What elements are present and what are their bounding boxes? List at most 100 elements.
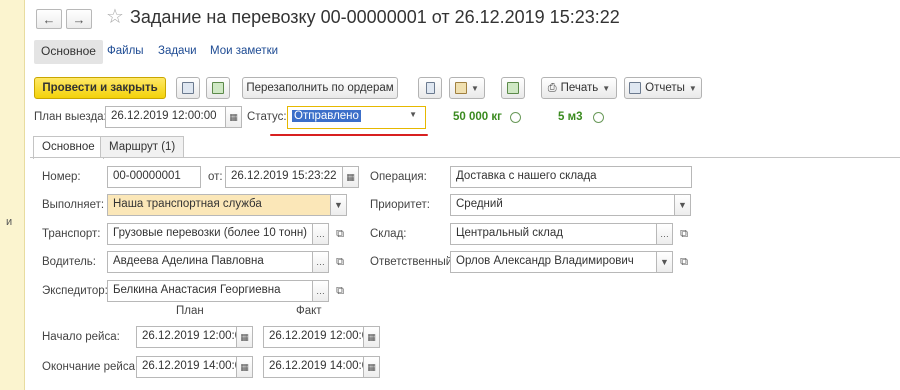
- topnav-notes[interactable]: Мои заметки: [210, 45, 278, 57]
- floppy-icon: [182, 82, 194, 94]
- calendar-icon: ▦: [367, 331, 376, 342]
- weight-total: 50 000 кг: [453, 111, 502, 123]
- related-docs-button[interactable]: [501, 77, 525, 99]
- open-link-icon: ⧉: [336, 255, 344, 268]
- star-icon[interactable]: ☆: [106, 6, 124, 28]
- driver-open-button[interactable]: ⧉: [331, 251, 349, 273]
- ellipsis-icon: …: [316, 229, 325, 239]
- topnav-main[interactable]: Основное: [34, 40, 103, 64]
- open-link-icon: ⧉: [336, 227, 344, 240]
- number-field[interactable]: 00-00000001: [107, 166, 201, 188]
- forwarder-label: Экспедитор:: [42, 285, 108, 297]
- driver-label: Водитель:: [42, 256, 96, 268]
- calendar-button[interactable]: ▦: [225, 106, 242, 128]
- print-button[interactable]: ⎙ Печать ▼: [541, 77, 617, 99]
- trip-start-plan-field[interactable]: 26.12.2019 12:00:00: [136, 326, 237, 348]
- list-button[interactable]: [418, 77, 442, 99]
- status-label: Статус:: [247, 111, 287, 123]
- warehouse-select-button[interactable]: …: [656, 223, 673, 245]
- plan-departure-field[interactable]: 26.12.2019 12:00:00: [105, 106, 226, 128]
- driver-select-button[interactable]: …: [312, 251, 329, 273]
- calendar-icon: ▦: [229, 111, 238, 122]
- warehouse-label: Склад:: [370, 228, 407, 240]
- responsible-field[interactable]: Орлов Александр Владимирович: [450, 251, 657, 273]
- ellipsis-icon: …: [316, 286, 325, 296]
- calendar-button[interactable]: ▦: [363, 356, 380, 378]
- status-value: Отправлено: [292, 110, 361, 122]
- status-select[interactable]: Отправлено ▼: [287, 106, 426, 129]
- calendar-button[interactable]: ▦: [342, 166, 359, 188]
- plan-column-header: План: [176, 305, 204, 317]
- forwarder-select-button[interactable]: …: [312, 280, 329, 302]
- forward-button[interactable]: →: [66, 9, 92, 29]
- volume-indicator-icon: [593, 112, 604, 123]
- priority-dropdown-button[interactable]: ▼: [674, 194, 691, 216]
- weight-indicator-icon: [510, 112, 521, 123]
- tab-main[interactable]: Основное: [33, 136, 104, 159]
- refill-by-orders-button[interactable]: Перезаполнить по ордерам: [242, 77, 398, 99]
- responsible-dropdown-button[interactable]: ▼: [656, 251, 673, 273]
- reports-label: Отчеты: [645, 82, 685, 94]
- chevron-down-icon: ▼: [334, 200, 343, 210]
- from-date-field[interactable]: 26.12.2019 15:23:22: [225, 166, 343, 188]
- chevron-down-icon: ▼: [471, 83, 479, 93]
- forwarder-open-button[interactable]: ⧉: [331, 280, 349, 302]
- trip-end-fact-field[interactable]: 26.12.2019 14:00:00: [263, 356, 364, 378]
- operation-field[interactable]: Доставка с нашего склада: [450, 166, 692, 188]
- driver-field[interactable]: Авдеева Аделина Павловна: [107, 251, 313, 273]
- arrow-right-icon: →: [72, 11, 86, 27]
- post-document-icon: [212, 82, 224, 94]
- fact-column-header: Факт: [296, 305, 322, 317]
- back-button[interactable]: ←: [36, 9, 62, 29]
- chevron-down-icon: ▼: [678, 200, 687, 210]
- calendar-button[interactable]: ▦: [236, 326, 253, 348]
- chevron-down-icon: ▼: [660, 257, 669, 267]
- chevron-down-icon: ▼: [688, 83, 697, 93]
- ellipsis-icon: …: [660, 229, 669, 239]
- calendar-icon: ▦: [240, 361, 249, 372]
- trip-start-label: Начало рейса:: [42, 331, 120, 343]
- responsible-label: Ответственный:: [370, 256, 456, 268]
- transport-open-button[interactable]: ⧉: [331, 223, 349, 245]
- reports-button[interactable]: Отчеты ▼: [624, 77, 702, 99]
- warehouse-field[interactable]: Центральный склад: [450, 223, 657, 245]
- chevron-down-icon: ▼: [602, 83, 611, 93]
- calendar-button[interactable]: ▦: [236, 356, 253, 378]
- trip-end-label: Окончание рейса:: [42, 361, 139, 373]
- open-link-icon: ⧉: [336, 284, 344, 297]
- calendar-icon: ▦: [367, 361, 376, 372]
- topnav-files[interactable]: Файлы: [107, 45, 144, 57]
- tab-route[interactable]: Маршрут (1): [100, 136, 185, 158]
- post-button[interactable]: [206, 77, 230, 99]
- executor-dropdown-button[interactable]: ▼: [330, 194, 347, 216]
- save-button[interactable]: [176, 77, 200, 99]
- open-link-icon: ⧉: [680, 227, 688, 240]
- calendar-button[interactable]: ▦: [363, 326, 380, 348]
- executor-field[interactable]: Наша транспортная служба: [107, 194, 331, 216]
- left-panel: и: [0, 0, 25, 390]
- transport-label: Транспорт:: [42, 228, 101, 240]
- warehouse-open-button[interactable]: ⧉: [675, 223, 693, 245]
- arrow-left-icon: ←: [42, 11, 56, 27]
- printer-icon: ⎙: [547, 81, 557, 94]
- panel-edge-marker: и: [6, 216, 13, 228]
- document-create-icon: [455, 82, 468, 94]
- create-based-on-button[interactable]: ▼: [449, 77, 485, 99]
- transport-select-button[interactable]: …: [312, 223, 329, 245]
- trip-start-fact-field[interactable]: 26.12.2019 12:00:00: [263, 326, 364, 348]
- operation-label: Операция:: [370, 171, 427, 183]
- chevron-down-icon: ▼: [409, 110, 417, 119]
- post-and-close-button[interactable]: Провести и закрыть: [34, 77, 166, 99]
- trip-end-plan-field[interactable]: 26.12.2019 14:00:00: [136, 356, 237, 378]
- topnav-tasks[interactable]: Задачи: [158, 45, 197, 57]
- ellipsis-icon: …: [316, 257, 325, 267]
- forwarder-field[interactable]: Белкина Анастасия Георгиевна: [107, 280, 313, 302]
- calendar-icon: ▦: [346, 171, 355, 182]
- tab-divider: [30, 157, 900, 158]
- transport-field[interactable]: Грузовые перевозки (более 10 тонн): [107, 223, 313, 245]
- red-underline-annotation: [270, 134, 428, 136]
- responsible-open-button[interactable]: ⧉: [675, 251, 693, 273]
- priority-field[interactable]: Средний: [450, 194, 675, 216]
- number-label: Номер:: [42, 171, 81, 183]
- plan-departure-label: План выезда:: [34, 111, 107, 123]
